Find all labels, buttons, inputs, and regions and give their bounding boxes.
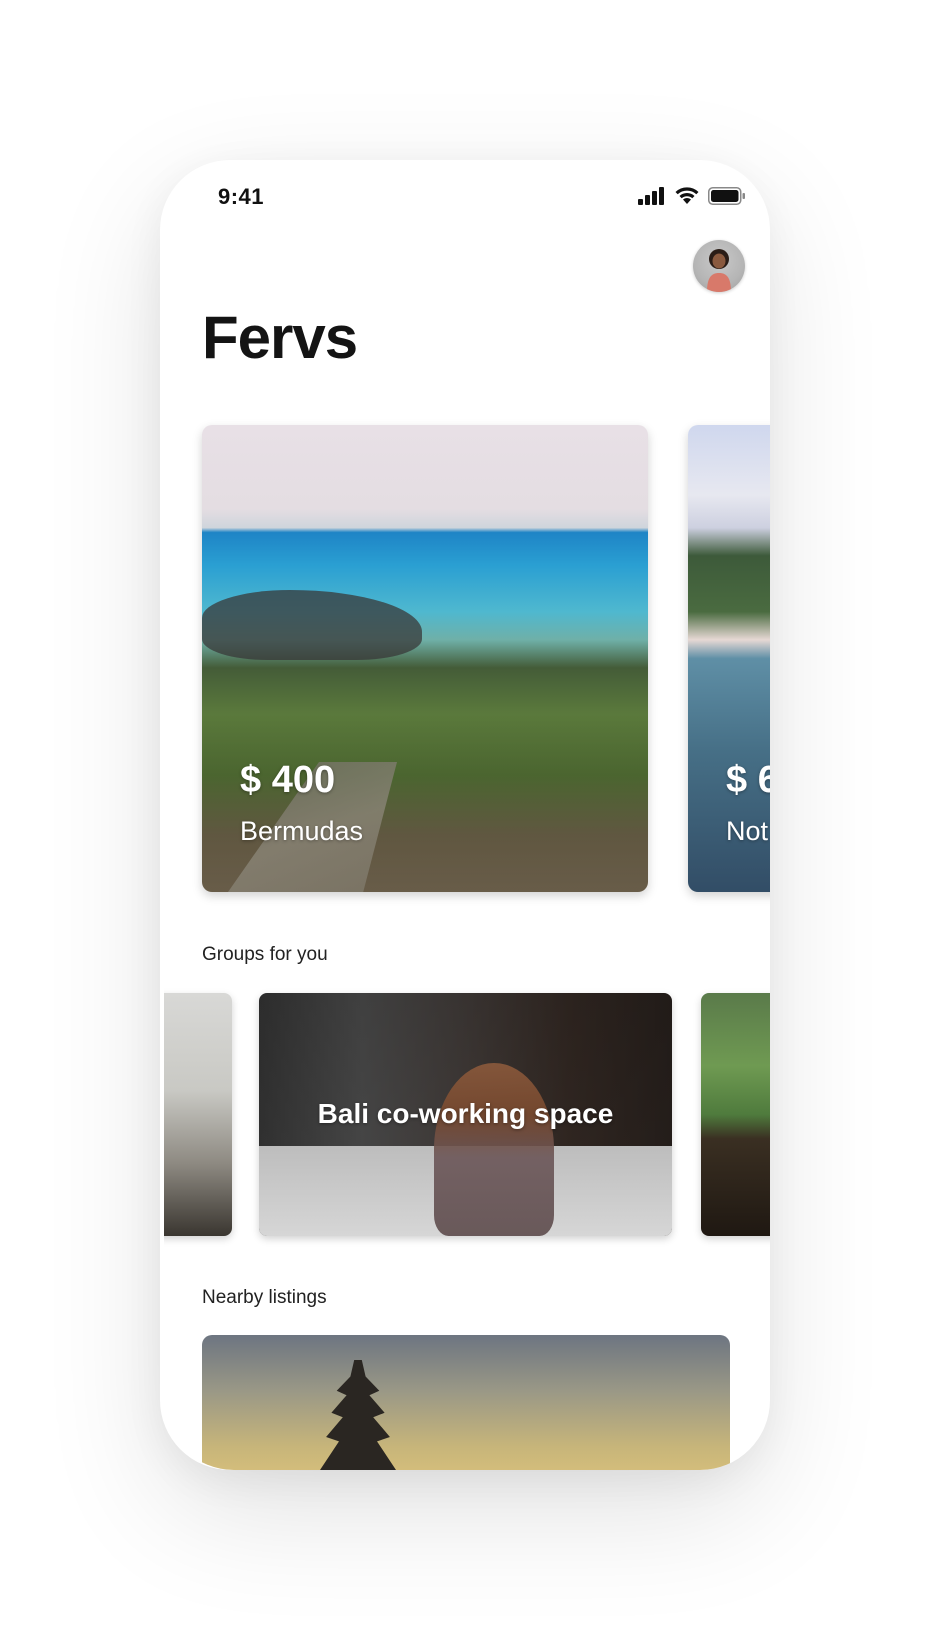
group-title: Bali co-working space [317,1098,614,1129]
avatar-portrait-icon [707,249,731,292]
page-title: Fervs [202,304,358,371]
scene-pagoda [320,1360,396,1470]
page: 9:41 Fervs $ 400 Bermudas $ 6 Not Groups… [0,0,934,1640]
destination-name: Bermudas [240,816,364,846]
destination-price: $ 400 [240,759,336,801]
nearby-section-label: Nearby listings [202,1287,327,1308]
wifi-icon [675,187,699,204]
status-icons [638,186,746,205]
destination-name: Not [726,816,769,846]
battery-icon [708,186,745,205]
user-avatar[interactable] [693,240,745,292]
nearby-listing-card[interactable] [202,1335,730,1470]
device-screen: 9:41 Fervs $ 400 Bermudas $ 6 Not Groups… [164,160,770,1470]
cellular-signal-icon [638,186,664,205]
status-time: 9:41 [218,184,265,209]
destination-card[interactable]: $ 6 Not [688,425,770,892]
scene-person [434,1063,554,1236]
group-card[interactable] [164,993,232,1236]
groups-section-label: Groups for you [202,944,328,965]
scene-rocks [202,590,422,660]
destination-card[interactable]: $ 400 Bermudas [202,425,648,892]
group-card[interactable] [701,993,770,1236]
destination-price: $ 6 [726,759,770,801]
group-card[interactable]: Bali co-working space [259,993,672,1236]
